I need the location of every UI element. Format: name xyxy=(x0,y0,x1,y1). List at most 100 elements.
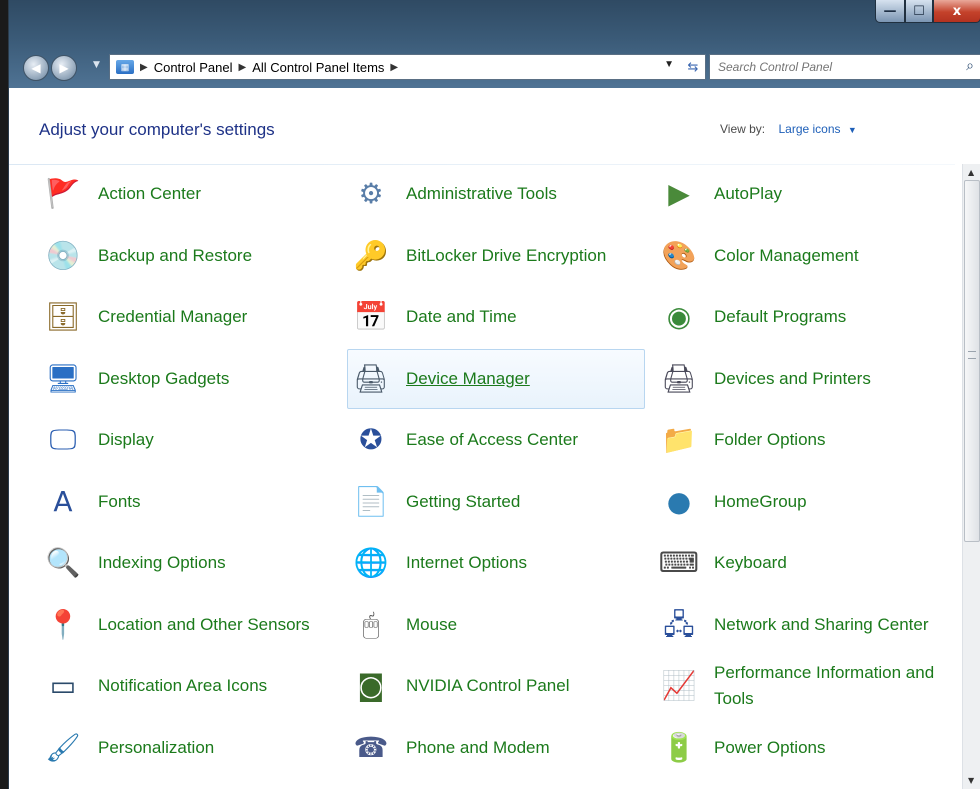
item-nvidia[interactable]: ◙ NVIDIA Control Panel xyxy=(347,656,645,716)
item-label: Personalization xyxy=(98,737,215,757)
item-autoplay[interactable]: ▶ AutoPlay xyxy=(655,164,953,224)
item-fonts[interactable]: A Fonts xyxy=(39,472,337,532)
item-keyboard[interactable]: ⌨ Keyboard xyxy=(655,533,953,593)
item-label: Device Manager xyxy=(406,368,530,388)
item-label: HomeGroup xyxy=(714,491,807,511)
item-battery[interactable]: 🔋 Power Options xyxy=(655,718,953,778)
item-color-management[interactable]: 🎨 Color Management xyxy=(655,226,953,286)
item-label: AutoPlay xyxy=(714,184,783,203)
item-label: Devices and Printers xyxy=(714,368,871,388)
scrollbar-thumb[interactable] xyxy=(964,180,980,542)
notification-area-icon: ▭ xyxy=(49,669,77,702)
item-label: Color Management xyxy=(714,245,859,265)
item-label: Date and Time xyxy=(406,307,517,326)
address-bar[interactable]: ▦ ▶ Control Panel ▶ All Control Panel It… xyxy=(109,54,683,80)
color-management-icon: 🎨 xyxy=(661,238,697,272)
search-box[interactable]: ⌕ xyxy=(709,54,980,80)
backup-icon: 💿 xyxy=(45,238,81,272)
item-notification-area[interactable]: ▭ Notification Area Icons xyxy=(39,656,337,716)
vertical-scrollbar[interactable]: ▲ ▼ xyxy=(962,164,980,789)
view-by-dropdown[interactable]: Large icons xyxy=(778,122,840,136)
scroll-down-icon[interactable]: ▼ xyxy=(968,776,974,785)
personalization-icon: 🖌 xyxy=(45,730,81,764)
item-magnifier[interactable]: 🔍 Indexing Options xyxy=(39,533,337,593)
item-default-programs[interactable]: ◉ Default Programs xyxy=(655,287,953,347)
calendar-clock-icon: 📅 xyxy=(353,300,389,333)
item-globe[interactable]: 🌐 Internet Options xyxy=(347,533,645,593)
item-credential-vault[interactable]: 🗄 Credential Manager xyxy=(39,287,337,347)
item-phone[interactable]: ☎ Phone and Modem xyxy=(347,718,645,778)
item-printer[interactable]: 🖨 Devices and Printers xyxy=(655,349,953,409)
keyboard-icon: ⌨ xyxy=(658,546,700,579)
item-label: Action Center xyxy=(98,184,201,203)
item-backup[interactable]: 💿 Backup and Restore xyxy=(39,226,337,286)
item-label: Performance Information and Tools xyxy=(714,663,935,708)
address-dropdown-icon[interactable]: ▼ xyxy=(664,59,674,70)
item-label: Network and Sharing Center xyxy=(714,614,929,634)
item-admin-tools[interactable]: ⚙ Administrative Tools xyxy=(347,164,645,224)
scroll-up-icon[interactable]: ▲ xyxy=(968,168,974,177)
explorer-window: — ☐ x ◀ ▶ ▼ ▦ ▶ Control Panel ▶ All Cont… xyxy=(8,0,980,789)
navigation-bar: ◀ ▶ ▼ ▦ ▶ Control Panel ▶ All Control Pa… xyxy=(9,46,980,88)
item-label: Internet Options xyxy=(406,553,527,572)
item-gadgets[interactable]: 🖥 Desktop Gadgets xyxy=(39,349,337,409)
search-input[interactable] xyxy=(716,55,950,79)
phone-icon: ☎ xyxy=(353,730,389,764)
item-network[interactable]: 🖧 Network and Sharing Center xyxy=(655,595,953,655)
item-personalization[interactable]: 🖌 Personalization xyxy=(39,718,337,778)
item-location[interactable]: 📍 Location and Other Sensors xyxy=(39,595,337,655)
item-homegroup[interactable]: ● HomeGroup xyxy=(655,472,953,532)
item-label: Indexing Options xyxy=(98,553,226,572)
battery-icon: 🔋 xyxy=(661,730,697,764)
breadcrumb-all-items[interactable]: All Control Panel Items xyxy=(252,60,384,75)
item-label: Credential Manager xyxy=(98,307,248,326)
close-button[interactable]: x xyxy=(933,0,980,23)
breadcrumb-separator[interactable]: ▶ xyxy=(140,62,148,73)
item-label: Administrative Tools xyxy=(406,184,557,203)
item-device-manager[interactable]: 🖨 Device Manager xyxy=(347,348,645,409)
search-icon[interactable]: ⌕ xyxy=(966,58,974,74)
breadcrumb-control-panel[interactable]: Control Panel xyxy=(154,60,233,75)
recent-pages-dropdown[interactable]: ▼ xyxy=(93,60,100,70)
refresh-icon: ⇆ xyxy=(687,59,699,75)
forward-button[interactable]: ▶ xyxy=(51,55,77,81)
item-flag[interactable]: 🚩 Action Center xyxy=(39,164,337,224)
item-bitlocker[interactable]: 🔑 BitLocker Drive Encryption xyxy=(347,226,645,286)
item-label: Mouse xyxy=(406,614,458,634)
printer-icon: 🖨 xyxy=(661,361,697,395)
magnifier-icon: 🔍 xyxy=(45,546,81,579)
maximize-button[interactable]: ☐ xyxy=(905,0,933,23)
chevron-down-icon[interactable]: ▼ xyxy=(848,125,857,135)
breadcrumb-separator[interactable]: ▶ xyxy=(390,62,398,73)
breadcrumb-separator[interactable]: ▶ xyxy=(238,62,246,73)
item-label: NVIDIA Control Panel xyxy=(406,676,570,695)
item-label: Fonts xyxy=(98,491,141,511)
item-mouse[interactable]: 🖱 Mouse xyxy=(347,595,645,655)
display-icon: 🖵 xyxy=(49,423,77,456)
content-header: Adjust your computer's settings View by:… xyxy=(9,88,980,166)
gadgets-icon: 🖥 xyxy=(45,361,81,395)
folder-icon: 📁 xyxy=(661,423,697,456)
item-getting-started[interactable]: 📄 Getting Started xyxy=(347,472,645,532)
item-ease-of-access[interactable]: ✪ Ease of Access Center xyxy=(347,410,645,470)
title-bar: — ☐ x xyxy=(9,0,980,46)
item-display[interactable]: 🖵 Display xyxy=(39,410,337,470)
item-label: Keyboard xyxy=(714,553,787,572)
control-panel-icon: ▦ xyxy=(116,60,134,74)
mouse-icon: 🖱 xyxy=(362,607,380,641)
item-label: Default Programs xyxy=(714,307,847,326)
item-label: Backup and Restore xyxy=(98,245,253,265)
scrollbar-grip-icon xyxy=(968,351,976,359)
refresh-button[interactable]: ⇆ xyxy=(681,54,706,80)
item-label: BitLocker Drive Encryption xyxy=(406,245,607,265)
item-folder[interactable]: 📁 Folder Options xyxy=(655,410,953,470)
homegroup-icon: ● xyxy=(666,484,692,518)
credential-vault-icon: 🗄 xyxy=(45,300,81,333)
item-label: Ease of Access Center xyxy=(406,430,578,449)
back-button[interactable]: ◀ xyxy=(23,55,49,81)
default-programs-icon: ◉ xyxy=(666,300,692,333)
item-calendar-clock[interactable]: 📅 Date and Time xyxy=(347,287,645,347)
item-performance[interactable]: 📈 Performance Information and Tools xyxy=(655,656,953,716)
minimize-button[interactable]: — xyxy=(875,0,905,23)
content-pane: Adjust your computer's settings View by:… xyxy=(9,88,980,789)
